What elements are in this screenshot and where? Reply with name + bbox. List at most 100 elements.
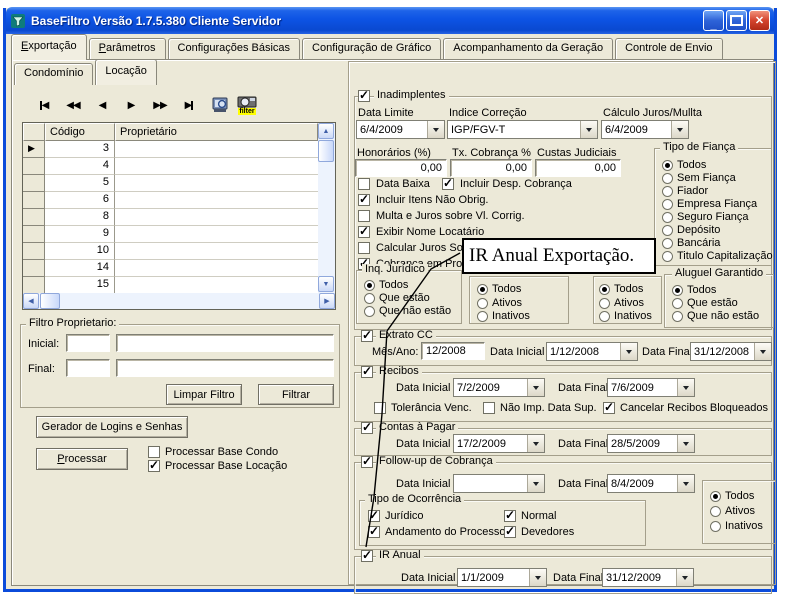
dropdown-arrow-icon[interactable] xyxy=(529,569,546,586)
inq-que-estao-radio[interactable] xyxy=(364,293,375,304)
dropdown-arrow-icon[interactable] xyxy=(677,435,694,452)
scroll-down-icon[interactable]: ▼ xyxy=(318,276,334,292)
nav-next-button[interactable]: ▶ xyxy=(119,95,143,115)
extrato-data-inicial-combo[interactable]: 1/12/2008 xyxy=(546,342,638,361)
grid-row-proprietario[interactable] xyxy=(115,192,318,209)
limpar-filtro-button[interactable]: Limpar Filtro xyxy=(166,384,242,405)
dropdown-arrow-icon[interactable] xyxy=(527,379,544,396)
filtro-final-codigo-input[interactable] xyxy=(66,359,110,377)
grid-header-codigo[interactable]: Código xyxy=(45,123,115,141)
data-baixa-checkbox[interactable] xyxy=(358,178,370,190)
maximize-button[interactable] xyxy=(726,10,747,31)
fianca-todos-radio[interactable] xyxy=(662,160,673,171)
extrato-cc-checkbox[interactable] xyxy=(361,330,373,342)
dropdown-arrow-icon[interactable] xyxy=(754,343,771,360)
aluguel-todos-radio[interactable] xyxy=(672,285,683,296)
grid-hscrollbar[interactable]: ◀ ▶ xyxy=(23,293,335,309)
scroll-up-icon[interactable]: ▲ xyxy=(318,123,334,139)
grid-row-proprietario[interactable] xyxy=(115,260,318,277)
refresh-data-button[interactable] xyxy=(209,93,231,117)
grid-row-codigo[interactable]: 6 xyxy=(45,192,115,209)
subtab-condominio[interactable]: Condomínio xyxy=(14,63,93,85)
filter-button[interactable]: filter xyxy=(236,92,258,116)
grid-row-codigo[interactable]: 15 xyxy=(45,277,115,294)
tab-configuracoes-basicas[interactable]: Configurações Básicas xyxy=(168,38,301,60)
dropdown-arrow-icon[interactable] xyxy=(427,121,444,138)
tab-acompanhamento-geracao[interactable]: Acompanhamento da Geração xyxy=(443,38,613,60)
dropdown-arrow-icon[interactable] xyxy=(677,379,694,396)
fianca-fiador-radio[interactable] xyxy=(662,186,673,197)
dropdown-arrow-icon[interactable] xyxy=(527,475,544,492)
followup-inativos-radio[interactable] xyxy=(710,521,721,532)
custas-judiciais-input[interactable]: 0,00 xyxy=(535,159,621,177)
subtab-locacao[interactable]: Locação xyxy=(95,59,157,85)
scroll-right-icon[interactable]: ▶ xyxy=(319,293,335,309)
inq-todos-radio[interactable] xyxy=(364,280,375,291)
grid-row-codigo[interactable]: 8 xyxy=(45,209,115,226)
fianca-empresa-radio[interactable] xyxy=(662,199,673,210)
status-b-todos-radio[interactable] xyxy=(599,284,610,295)
fianca-bancaria-radio[interactable] xyxy=(662,238,673,249)
grid-row-codigo[interactable]: 3 xyxy=(45,141,115,158)
followup-ativos-radio[interactable] xyxy=(710,506,721,517)
aluguel-que-estao-radio[interactable] xyxy=(672,298,683,309)
ir-data-inicial-combo[interactable]: 1/1/2009 xyxy=(457,568,547,587)
grid-row-codigo[interactable]: 5 xyxy=(45,175,115,192)
dropdown-arrow-icon[interactable] xyxy=(677,475,694,492)
dropdown-arrow-icon[interactable] xyxy=(676,569,693,586)
tolerancia-venc-checkbox[interactable] xyxy=(374,402,386,414)
recibos-data-final-combo[interactable]: 7/6/2009 xyxy=(607,378,695,397)
grid-row-codigo[interactable]: 4 xyxy=(45,158,115,175)
ocorrencia-devedores-checkbox[interactable] xyxy=(504,526,516,538)
grid-header-proprietario[interactable]: Proprietário xyxy=(115,123,318,141)
nav-next-fast-button[interactable]: ▶▶ xyxy=(148,95,172,115)
incluir-desp-cobranca-checkbox[interactable] xyxy=(442,178,454,190)
contas-data-final-combo[interactable]: 28/5/2009 xyxy=(607,434,695,453)
tab-configuracao-grafico[interactable]: Configuração de Gráfico xyxy=(302,38,441,60)
processar-base-locacao-checkbox[interactable] xyxy=(148,460,160,472)
filtro-inicial-codigo-input[interactable] xyxy=(66,334,110,352)
dropdown-arrow-icon[interactable] xyxy=(527,435,544,452)
hscroll-thumb[interactable] xyxy=(40,293,60,309)
fianca-sem-radio[interactable] xyxy=(662,173,673,184)
minimize-button[interactable]: _ xyxy=(703,10,724,31)
followup-todos-radio[interactable] xyxy=(710,491,721,502)
honorarios-input[interactable]: 0,00 xyxy=(355,159,447,177)
aluguel-que-nao-estao-radio[interactable] xyxy=(672,311,683,322)
gerador-logins-senhas-button[interactable]: Gerador de Logins e Senhas xyxy=(36,416,188,438)
nao-imp-data-sup-checkbox[interactable] xyxy=(483,402,495,414)
grid-row-codigo[interactable]: 14 xyxy=(45,260,115,277)
grid-vscrollbar[interactable]: ▲ ▼ xyxy=(318,123,335,293)
status-b-ativos-radio[interactable] xyxy=(599,298,610,309)
inq-que-nao-estao-radio[interactable] xyxy=(364,306,375,317)
filtro-inicial-nome-input[interactable] xyxy=(116,334,334,352)
processar-button[interactable]: Processar xyxy=(36,448,128,470)
calcular-juros-checkbox[interactable] xyxy=(358,242,370,254)
ocorrencia-juridico-checkbox[interactable] xyxy=(368,510,380,522)
fianca-seguro-radio[interactable] xyxy=(662,212,673,223)
grid-row-codigo[interactable]: 9 xyxy=(45,226,115,243)
multa-juros-checkbox[interactable] xyxy=(358,210,370,222)
filtro-final-nome-input[interactable] xyxy=(116,359,334,377)
nav-last-button[interactable]: ▶ xyxy=(177,95,201,115)
grid-row-proprietario[interactable] xyxy=(115,277,318,294)
grid-row-codigo[interactable]: 10 xyxy=(45,243,115,260)
grid-row-proprietario[interactable] xyxy=(115,158,318,175)
dropdown-arrow-icon[interactable] xyxy=(580,121,597,138)
indice-correcao-combo[interactable]: IGP/FGV-T xyxy=(447,120,598,139)
grid-row-proprietario[interactable] xyxy=(115,243,318,260)
inadimplentes-checkbox[interactable] xyxy=(358,90,370,102)
grid-row-proprietario[interactable] xyxy=(115,175,318,192)
followup-checkbox[interactable] xyxy=(361,456,373,468)
dropdown-arrow-icon[interactable] xyxy=(671,121,688,138)
contas-pagar-checkbox[interactable] xyxy=(361,422,373,434)
filtrar-button[interactable]: Filtrar xyxy=(258,384,334,405)
incluir-itens-checkbox[interactable] xyxy=(358,194,370,206)
nav-first-button[interactable]: ◀ xyxy=(32,95,56,115)
tab-parametros[interactable]: Parâmetros xyxy=(89,38,166,60)
fianca-titulo-radio[interactable] xyxy=(662,251,673,262)
status-a-todos-radio[interactable] xyxy=(477,284,488,295)
grid-row-proprietario[interactable] xyxy=(115,226,318,243)
dropdown-arrow-icon[interactable] xyxy=(620,343,637,360)
data-limite-combo[interactable]: 6/4/2009 xyxy=(356,120,445,139)
